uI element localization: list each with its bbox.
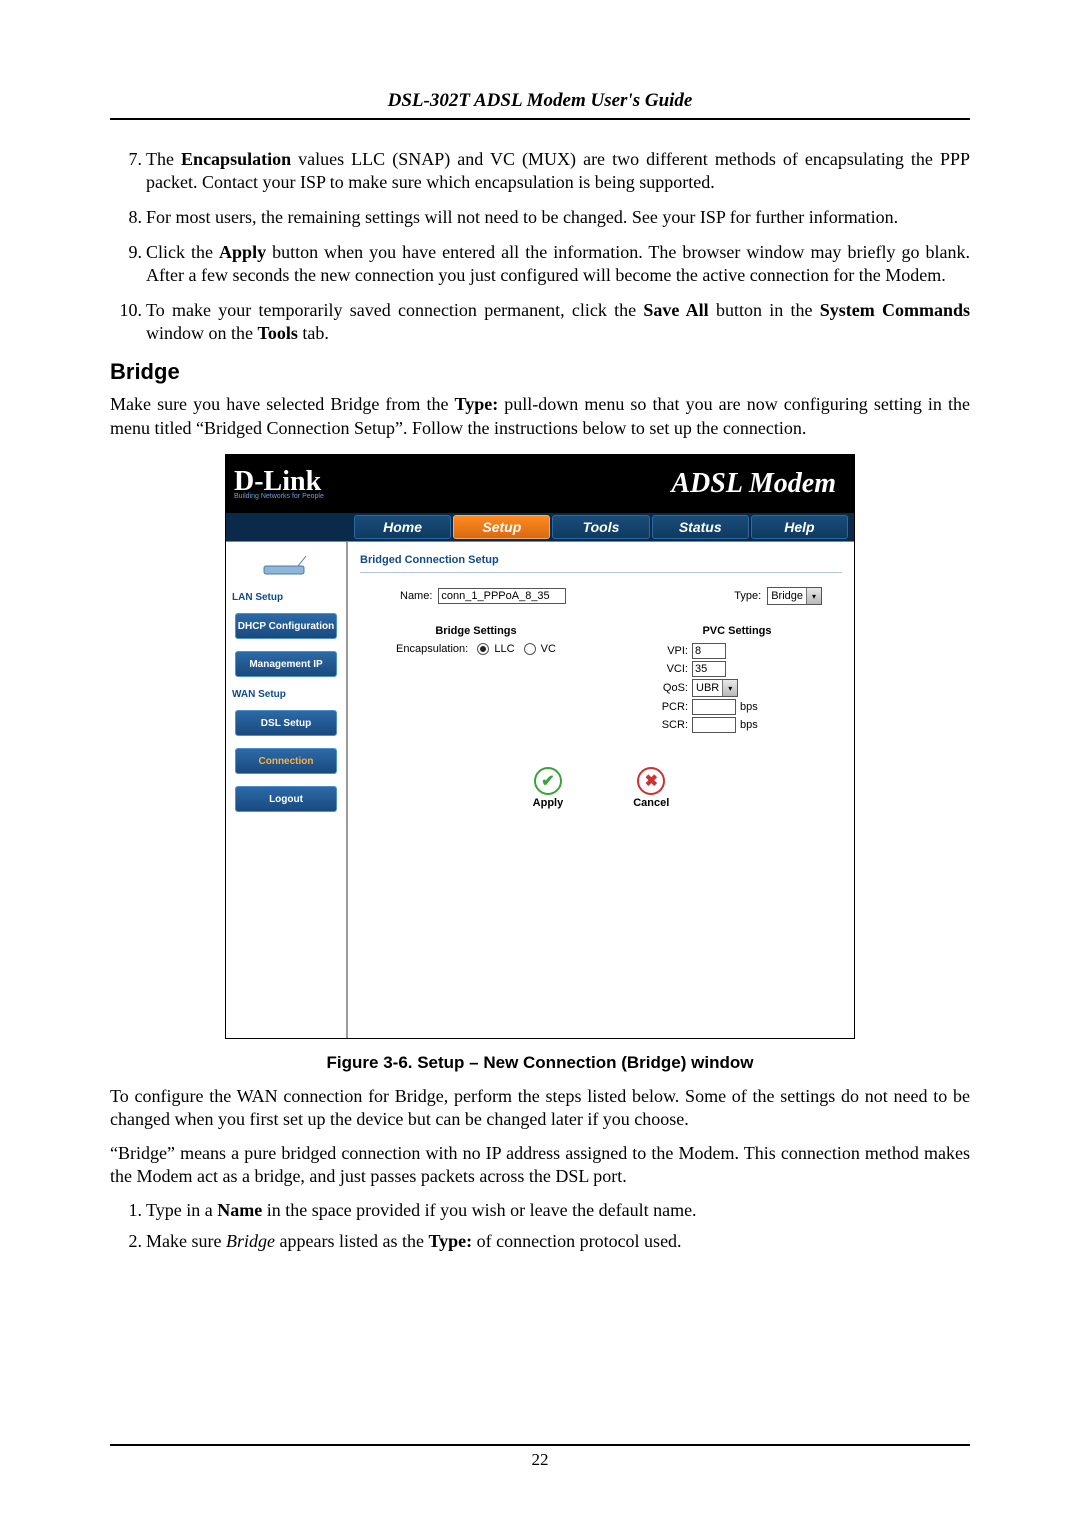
sidebar-item-logout[interactable]: Logout bbox=[235, 786, 337, 812]
name-label: Name: bbox=[400, 590, 432, 602]
sidebar-group-wan: WAN Setup bbox=[232, 689, 286, 700]
list-item: For most users, the remaining settings w… bbox=[146, 206, 970, 229]
brand-tagline: Building Networks for People bbox=[234, 493, 324, 500]
content-panel: Bridged Connection Setup Name: Type: Bri… bbox=[348, 542, 854, 1038]
type-select-value: Bridge bbox=[768, 590, 806, 602]
list-item: Type in a Name in the space provided if … bbox=[146, 1199, 970, 1222]
pcr-label: PCR: bbox=[652, 701, 688, 713]
apply-button[interactable]: ✔ Apply bbox=[533, 767, 564, 809]
page-title-wrap: DSL-302T ADSL Modem User's Guide bbox=[110, 90, 970, 112]
sidebar-item-dsl-setup[interactable]: DSL Setup bbox=[235, 710, 337, 736]
check-icon: ✔ bbox=[534, 767, 562, 795]
paragraph-after-1: To configure the WAN connection for Brid… bbox=[110, 1085, 970, 1132]
type-select[interactable]: Bridge ▾ bbox=[767, 587, 822, 605]
vci-input[interactable] bbox=[692, 661, 726, 677]
pcr-input[interactable] bbox=[692, 699, 736, 715]
scr-input[interactable] bbox=[692, 717, 736, 733]
radio-vc-label: VC bbox=[541, 643, 556, 655]
pvc-settings-group: PVC Settings VPI: VCI: QoS: bbox=[652, 625, 822, 735]
vci-label: VCI: bbox=[652, 663, 688, 675]
figure-container: D-Link Building Networks for People ADSL… bbox=[225, 454, 855, 1039]
radio-vc[interactable] bbox=[524, 643, 536, 655]
sidebar-item-connection[interactable]: Connection bbox=[235, 748, 337, 774]
radio-llc-label: LLC bbox=[494, 643, 514, 655]
steps-list: Type in a Name in the space provided if … bbox=[110, 1199, 970, 1254]
cancel-button[interactable]: ✖ Cancel bbox=[633, 767, 669, 809]
pcr-unit: bps bbox=[740, 701, 758, 713]
apply-label: Apply bbox=[533, 797, 564, 809]
footer-rule bbox=[110, 1444, 970, 1446]
section-heading-bridge: Bridge bbox=[110, 359, 970, 385]
scr-label: SCR: bbox=[652, 719, 688, 731]
type-label: Type: bbox=[734, 590, 761, 602]
list-item: Click the Apply button when you have ent… bbox=[146, 241, 970, 287]
page-number: 22 bbox=[110, 1450, 970, 1470]
tab-home[interactable]: Home bbox=[354, 515, 451, 539]
qos-label: QoS: bbox=[652, 682, 688, 694]
name-input[interactable] bbox=[438, 588, 566, 604]
brand-logo: D-Link bbox=[234, 466, 321, 497]
vpi-input[interactable] bbox=[692, 643, 726, 659]
sidebar-item-dhcp[interactable]: DHCP Configuration bbox=[235, 613, 337, 639]
close-icon: ✖ bbox=[637, 767, 665, 795]
brand-logo-block: D-Link Building Networks for People bbox=[234, 469, 324, 500]
list-item: To make your temporarily saved connectio… bbox=[146, 299, 970, 345]
header-rule bbox=[110, 118, 970, 120]
tab-status[interactable]: Status bbox=[652, 515, 749, 539]
radio-llc[interactable] bbox=[477, 643, 489, 655]
router-ui-window: D-Link Building Networks for People ADSL… bbox=[225, 454, 855, 1039]
bridge-settings-heading: Bridge Settings bbox=[366, 625, 586, 637]
panel-title: Bridged Connection Setup bbox=[360, 548, 842, 573]
vpi-label: VPI: bbox=[652, 645, 688, 657]
pvc-settings-heading: PVC Settings bbox=[652, 625, 822, 637]
modem-icon bbox=[260, 552, 312, 580]
encapsulation-label: Encapsulation: bbox=[396, 643, 468, 655]
scr-unit: bps bbox=[740, 719, 758, 731]
paragraph-after-2: “Bridge” means a pure bridged connection… bbox=[110, 1142, 970, 1189]
chevron-down-icon: ▾ bbox=[722, 680, 737, 696]
chevron-down-icon: ▾ bbox=[806, 588, 821, 604]
figure-caption: Figure 3-6. Setup – New Connection (Brid… bbox=[110, 1053, 970, 1073]
tab-tools[interactable]: Tools bbox=[552, 515, 649, 539]
section-intro: Make sure you have selected Bridge from … bbox=[110, 393, 970, 440]
brand-bar: D-Link Building Networks for People ADSL… bbox=[226, 455, 854, 513]
tab-setup[interactable]: Setup bbox=[453, 515, 550, 539]
qos-select-value: UBR bbox=[693, 682, 722, 694]
sidebar-item-mgmt-ip[interactable]: Management IP bbox=[235, 651, 337, 677]
instruction-list-continued: The Encapsulation values LLC (SNAP) and … bbox=[110, 148, 970, 345]
tab-bar: Home Setup Tools Status Help bbox=[226, 513, 854, 542]
page-title: DSL-302T ADSL Modem User's Guide bbox=[388, 90, 693, 111]
bridge-settings-group: Bridge Settings Encapsulation: LLC VC bbox=[366, 625, 586, 735]
qos-select[interactable]: UBR ▾ bbox=[692, 679, 738, 697]
list-item: Make sure Bridge appears listed as the T… bbox=[146, 1230, 970, 1253]
sidebar-group-lan: LAN Setup bbox=[232, 592, 283, 603]
tab-help[interactable]: Help bbox=[751, 515, 848, 539]
product-title: ADSL Modem bbox=[671, 468, 836, 500]
sidebar: LAN Setup DHCP Configuration Management … bbox=[226, 542, 348, 1038]
list-item: The Encapsulation values LLC (SNAP) and … bbox=[146, 148, 970, 194]
cancel-label: Cancel bbox=[633, 797, 669, 809]
